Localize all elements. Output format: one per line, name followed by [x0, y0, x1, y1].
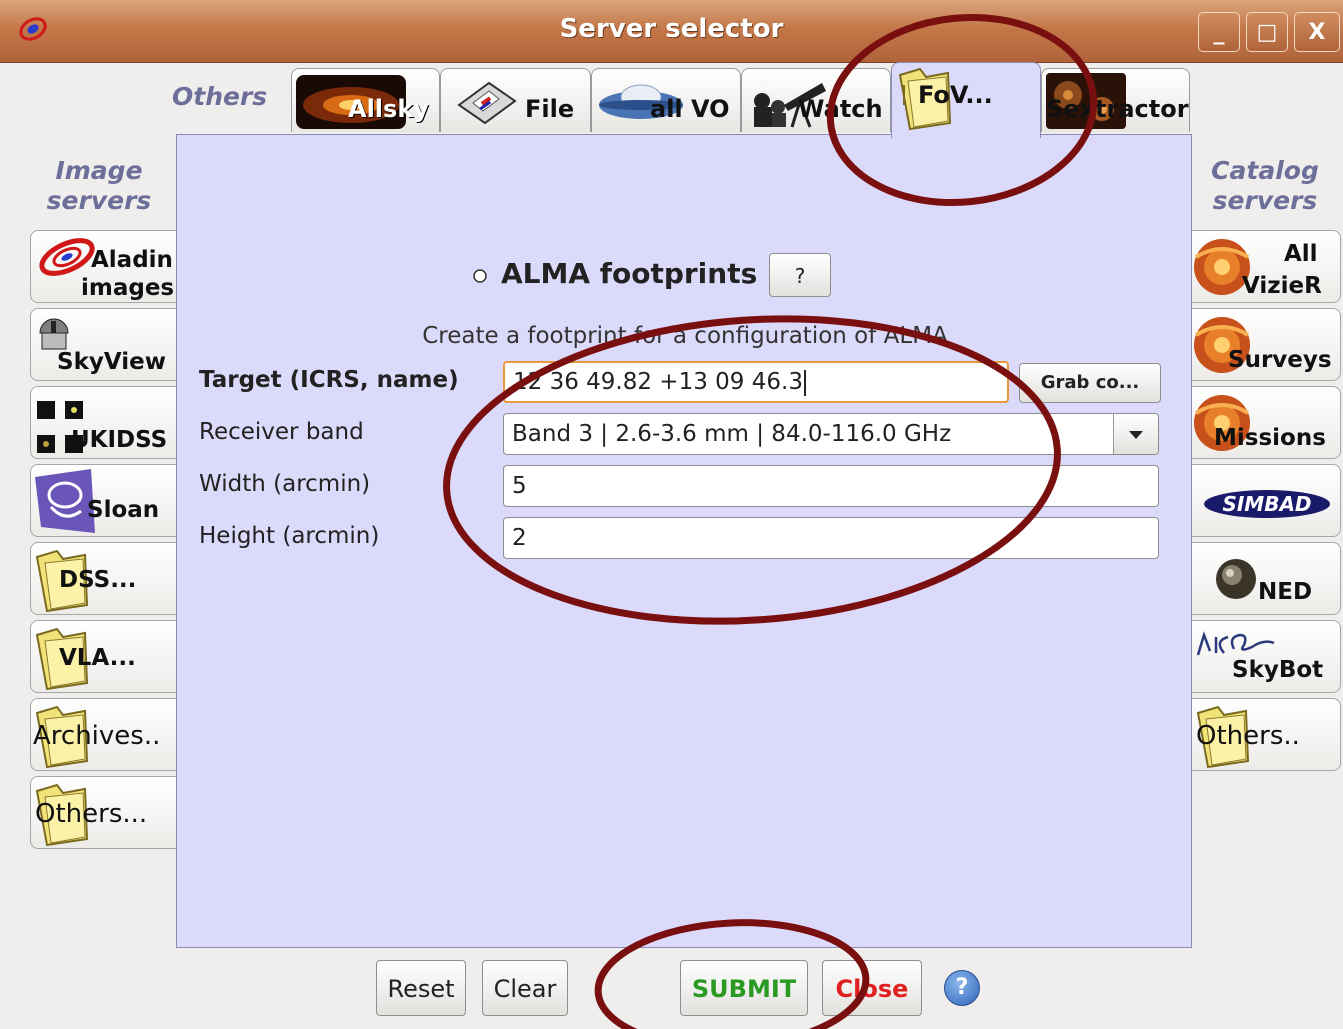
submit-button[interactable]: SUBMIT	[680, 960, 808, 1016]
server-skybot[interactable]: SkyBot	[1191, 620, 1341, 693]
minimize-icon: _	[1213, 19, 1225, 45]
target-input[interactable]: 12 36 49.82 +13 09 46.3	[503, 361, 1009, 403]
maximize-icon: □	[1256, 19, 1278, 45]
server-simbad[interactable]: SIMBAD	[1191, 464, 1341, 537]
ned-icon	[1216, 559, 1256, 599]
title-bar[interactable]: Server selector _ □ X	[0, 0, 1343, 63]
image-servers-line2: servers	[46, 186, 152, 215]
server-all-vizier-line2: VizieR	[1242, 273, 1322, 299]
fov-panel: ALMA footprints ? Create a footprint for…	[176, 134, 1192, 948]
alma-radio-button[interactable]	[471, 267, 489, 285]
image-servers-line1: Image	[55, 156, 143, 185]
tab-file[interactable]: File	[440, 68, 591, 132]
server-all-vizier-line1: All	[1284, 241, 1318, 267]
help-icon[interactable]: ?	[944, 970, 980, 1006]
tab-watch-label: Watch	[798, 95, 883, 123]
server-ned[interactable]: NED	[1191, 542, 1341, 615]
tab-allsky[interactable]: Allsky	[291, 68, 440, 132]
receiver-band-select[interactable]: Band 3 | 2.6-3.6 mm | 84.0-116.0 GHz	[503, 413, 1159, 455]
tab-watch[interactable]: Watch	[741, 68, 891, 132]
server-archives[interactable]: Archives..	[30, 698, 178, 771]
catalog-servers-line2: servers	[1212, 186, 1318, 215]
server-archives-label: Archives..	[33, 721, 161, 751]
server-sloan-label: Sloan	[87, 497, 160, 523]
tab-fov[interactable]: FoV...	[891, 62, 1041, 138]
close-icon: X	[1308, 19, 1326, 45]
tab-sextractor[interactable]: Sextractor	[1041, 68, 1190, 132]
chevron-down-icon	[1129, 431, 1143, 439]
server-skyview-label: SkyView	[57, 349, 166, 375]
height-input[interactable]: 2	[503, 517, 1159, 559]
minimize-button[interactable]: _	[1198, 12, 1240, 52]
close-window-button[interactable]: X	[1294, 12, 1340, 52]
server-all-vizier[interactable]: All VizieR	[1191, 230, 1341, 303]
width-value: 5	[512, 473, 527, 499]
server-selector-window: Server selector _ □ X Others Image serve…	[0, 0, 1343, 1029]
server-ukidss[interactable]: UKIDSS	[30, 386, 178, 459]
server-ukidss-label: UKIDSS	[71, 427, 168, 453]
server-surveys[interactable]: Surveys	[1191, 308, 1341, 381]
catalog-servers-label: Catalog servers	[1192, 156, 1338, 216]
catalog-servers-line1: Catalog	[1211, 156, 1319, 185]
server-dss[interactable]: DSS...	[30, 542, 178, 615]
server-aladin-line1: Aladin	[91, 247, 173, 273]
simbad-icon: SIMBAD	[1204, 490, 1330, 518]
server-vla[interactable]: VLA...	[30, 620, 178, 693]
image-servers-label: Image servers	[20, 156, 178, 216]
alma-description: Create a footprint for a configuration o…	[422, 323, 948, 349]
target-label: Target (ICRS, name)	[199, 367, 459, 393]
simbad-logo-text: SIMBAD	[1222, 492, 1311, 516]
server-aladin-images[interactable]: Aladin images	[30, 230, 178, 303]
dropdown-button[interactable]	[1113, 414, 1158, 454]
tab-fov-label: FoV...	[918, 81, 993, 109]
width-input[interactable]: 5	[503, 465, 1159, 507]
others-label: Others	[172, 82, 268, 111]
grab-coordinates-button[interactable]: Grab co...	[1019, 363, 1161, 403]
close-button[interactable]: Close	[822, 960, 922, 1016]
alma-footprints-label: ALMA footprints	[501, 257, 758, 290]
tab-file-label: File	[525, 95, 575, 123]
tab-sextractor-label: Sextractor	[1046, 95, 1189, 123]
skybot-icon	[1196, 631, 1275, 656]
tab-all-vo-label: all VO	[650, 95, 730, 123]
reset-button[interactable]: Reset	[376, 960, 466, 1016]
server-others-left-label: Others...	[35, 799, 148, 829]
server-aladin-line2: images	[81, 275, 175, 301]
height-value: 2	[512, 525, 527, 551]
server-surveys-label: Surveys	[1228, 347, 1332, 373]
server-others-right[interactable]: Others..	[1191, 698, 1341, 771]
server-skybot-label: SkyBot	[1232, 657, 1324, 683]
receiver-band-label: Receiver band	[199, 419, 364, 445]
server-sloan[interactable]: Sloan	[30, 464, 178, 537]
clear-button[interactable]: Clear	[482, 960, 568, 1016]
window-title: Server selector	[559, 14, 784, 44]
maximize-button[interactable]: □	[1246, 12, 1288, 52]
alma-help-button[interactable]: ?	[769, 253, 831, 297]
server-vla-label: VLA...	[59, 645, 136, 671]
server-missions-label: Missions	[1214, 425, 1326, 451]
text-cursor	[803, 369, 806, 396]
target-value: 12 36 49.82 +13 09 46.3	[513, 369, 803, 395]
tab-all-vo[interactable]: all VO	[591, 68, 741, 132]
receiver-band-value: Band 3 | 2.6-3.6 mm | 84.0-116.0 GHz	[512, 421, 952, 447]
server-missions[interactable]: Missions	[1191, 386, 1341, 459]
aladin-icon	[39, 238, 95, 276]
tab-allsky-label: Allsky	[348, 95, 429, 123]
server-others-right-label: Others..	[1196, 721, 1300, 751]
observatory-icon	[39, 318, 69, 350]
server-skyview[interactable]: SkyView	[30, 308, 178, 381]
server-ned-label: NED	[1258, 579, 1313, 605]
server-dss-label: DSS...	[59, 567, 137, 593]
disk-icon	[457, 81, 517, 125]
server-others-left[interactable]: Others...	[30, 776, 178, 849]
width-label: Width (arcmin)	[199, 471, 371, 497]
height-label: Height (arcmin)	[199, 523, 380, 549]
